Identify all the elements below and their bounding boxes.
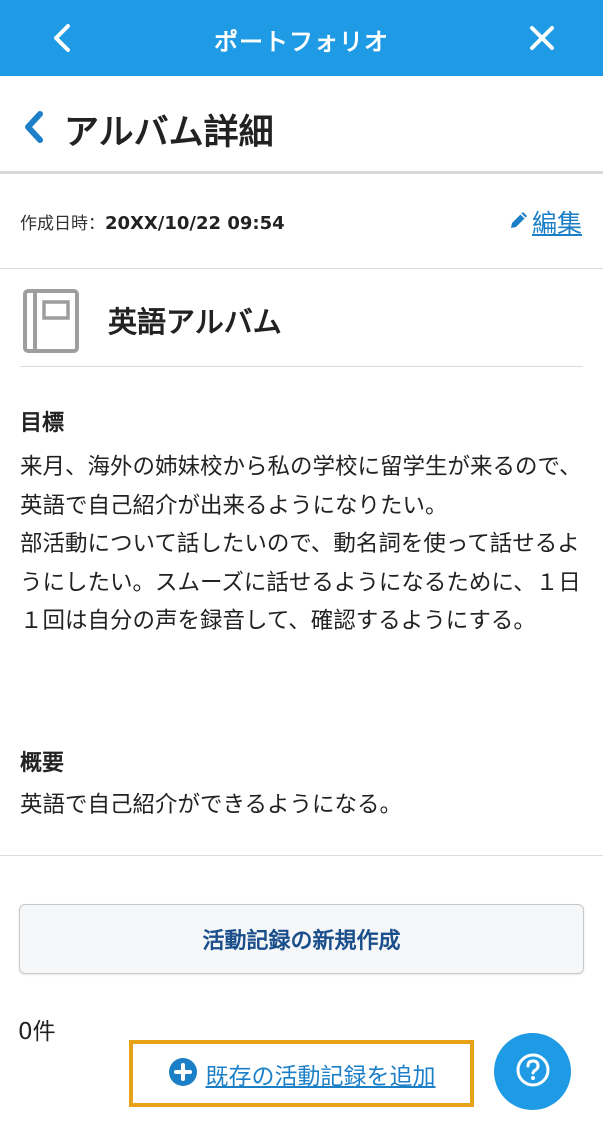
pencil-icon — [508, 208, 532, 237]
goal-text: 来月、海外の姉妹校から私の学校に留学生が来るので、英語で自己紹介が出来るようにな… — [20, 454, 582, 634]
album-name: 英語アルバム — [108, 305, 282, 339]
summary-text: 英語で自己紹介ができるようになる。 — [20, 792, 403, 818]
summary-heading: 概要 — [20, 751, 65, 776]
created-date: 作成日時：20XX/10/22 09:54 — [20, 209, 285, 234]
goal-heading: 目標 — [20, 411, 65, 436]
question-circle-icon — [515, 1052, 551, 1092]
edit-link[interactable]: 編集 — [508, 204, 582, 240]
add-existing-label: 既存の活動記録を追加 — [205, 1063, 436, 1090]
meta-row: 作成日時：20XX/10/22 09:54 編集 — [0, 174, 603, 269]
created-label: 作成日時： — [20, 214, 105, 234]
add-existing-record-link[interactable]: 既存の活動記録を追加 — [129, 1040, 474, 1107]
created-value: 20XX/10/22 09:54 — [105, 213, 285, 234]
divider — [0, 855, 603, 856]
create-activity-record-button[interactable]: 活動記録の新規作成 — [19, 904, 584, 974]
help-button[interactable] — [494, 1033, 571, 1110]
top-app-bar: ポートフォリオ — [0, 0, 603, 76]
page-title: アルバム詳細 — [64, 113, 274, 153]
close-icon[interactable] — [522, 18, 562, 58]
edit-label: 編集 — [532, 209, 583, 238]
book-icon — [22, 288, 80, 358]
plus-circle-icon — [168, 1057, 198, 1091]
app-bar-title: ポートフォリオ — [214, 28, 389, 56]
record-count: 0件 — [18, 1019, 56, 1045]
page-header: アルバム詳細 — [0, 76, 603, 174]
back-chevron-icon[interactable] — [20, 110, 48, 144]
album-row: 英語アルバム — [20, 269, 583, 367]
